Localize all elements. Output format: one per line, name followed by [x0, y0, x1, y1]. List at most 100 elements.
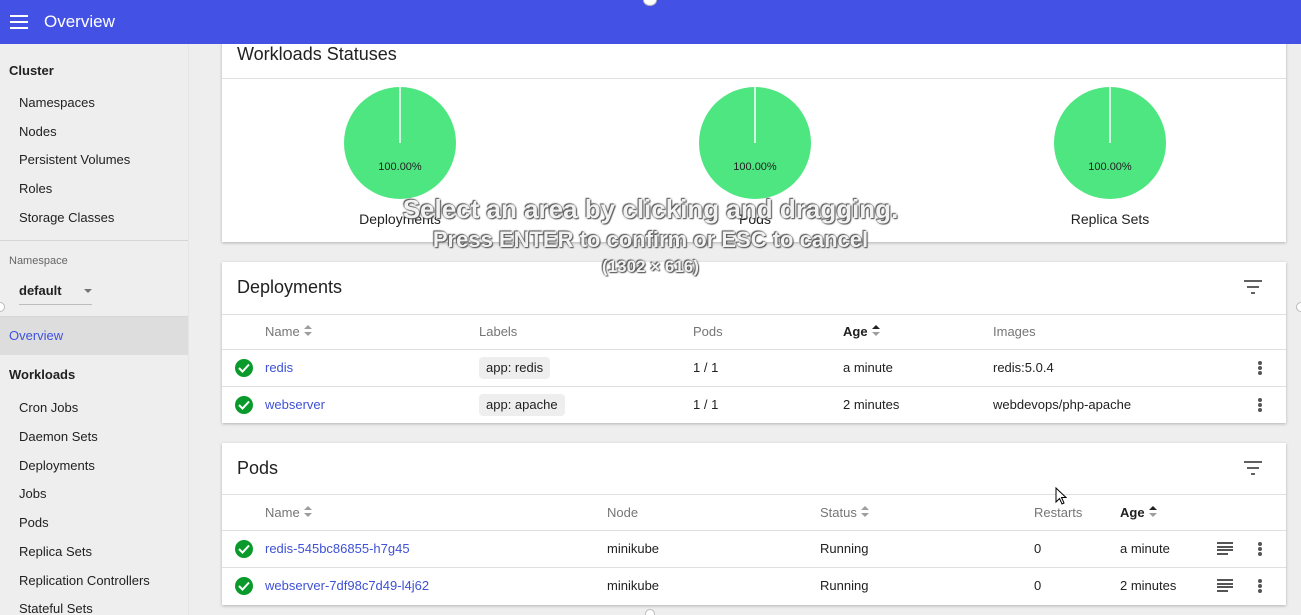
card-divider [222, 78, 1286, 79]
image-value: redis:5.0.4 [993, 360, 1054, 375]
column-header-label: Node [607, 504, 639, 520]
pods-card: Pods Name Node Status Restarts Age redis… [222, 443, 1286, 605]
sidebar-item-label: Overview [9, 328, 64, 343]
sidebar-item-roles[interactable]: Roles [19, 180, 52, 198]
sidebar-item-pods[interactable]: Pods [19, 514, 49, 532]
namespace-label: Namespace [9, 255, 68, 267]
dropdown-arrow-icon [84, 289, 92, 293]
namespace-select[interactable]: default [19, 281, 92, 305]
column-header-label: Name [265, 323, 300, 339]
check-circle-icon [235, 359, 253, 377]
more-vert-icon[interactable] [1256, 360, 1264, 376]
node-value: minikube [607, 541, 660, 556]
node-value: minikube [607, 578, 660, 593]
mouse-cursor-icon [1055, 487, 1067, 505]
pod-name-link[interactable]: redis-545bc86855-h7g45 [265, 541, 410, 557]
sidebar-divider [0, 240, 188, 241]
column-header-label: Restarts [1034, 504, 1083, 520]
table-divider [222, 314, 1286, 315]
pie-chart-replica-sets[interactable]: 100.00% [1053, 86, 1167, 200]
logs-icon[interactable] [1217, 542, 1233, 555]
sidebar-header-workloads[interactable]: Workloads [0, 366, 75, 384]
restarts-value: 0 [1034, 541, 1042, 556]
age-value: a minute [843, 360, 893, 375]
sidebar-item-cron-jobs[interactable]: Cron Jobs [19, 399, 78, 417]
image-value: webdevops/php-apache [993, 397, 1132, 412]
pie-percent: 100.00% [1088, 161, 1132, 173]
column-header-label: Age [1120, 504, 1145, 520]
namespace-value: default [19, 283, 62, 298]
table-divider [222, 386, 1286, 387]
column-header-label: Images [993, 323, 1036, 339]
filter-icon[interactable] [1244, 461, 1262, 475]
sidebar-item-replication-controllers[interactable]: Replication Controllers [19, 572, 150, 590]
sidebar-item-namespaces[interactable]: Namespaces [19, 94, 95, 112]
card-title: Workloads Statuses [237, 44, 397, 64]
selection-handle-bottom[interactable] [645, 609, 655, 615]
column-header-label: Labels [479, 323, 518, 339]
status-value: Running [820, 541, 869, 556]
sidebar-item-overview[interactable]: Overview [0, 317, 188, 355]
sidebar-item-nodes[interactable]: Nodes [19, 123, 57, 141]
sidebar-item-stateful-sets[interactable]: Stateful Sets [19, 600, 93, 615]
sidebar-item-persistent-volumes[interactable]: Persistent Volumes [19, 151, 130, 169]
column-header-name[interactable]: Name [265, 504, 312, 520]
page-title: Overview [44, 12, 115, 31]
menu-icon[interactable] [1, 0, 37, 44]
column-header-restarts: Restarts [1034, 504, 1082, 520]
column-header-labels: Labels [479, 323, 517, 339]
check-circle-icon [235, 577, 253, 595]
table-divider [222, 494, 1286, 495]
sidebar-item-deployments[interactable]: Deployments [19, 457, 95, 475]
column-header-status[interactable]: Status [820, 504, 869, 520]
sort-icon [1148, 506, 1157, 518]
deployment-name-link[interactable]: webserver [265, 397, 325, 413]
age-value: 2 minutes [1120, 578, 1177, 593]
sidebar-item-daemon-sets[interactable]: Daemon Sets [19, 428, 98, 446]
column-header-node: Node [607, 504, 638, 520]
filter-icon[interactable] [1244, 280, 1262, 294]
pods-count: 1 / 1 [693, 397, 719, 412]
label-chip: app: redis [479, 357, 551, 379]
sort-icon [303, 506, 312, 518]
more-vert-icon[interactable] [1256, 397, 1264, 413]
restarts-value: 0 [1034, 578, 1042, 593]
logs-icon[interactable] [1217, 579, 1233, 592]
check-circle-icon [235, 396, 253, 414]
more-vert-icon[interactable] [1256, 578, 1264, 594]
main-content[interactable]: Workloads Statuses 100.00% Deployments 1… [189, 44, 1301, 615]
top-app-bar: Overview [0, 0, 1301, 44]
table-divider [222, 530, 1286, 531]
pie-label-replica-sets: Replica Sets [1070, 211, 1150, 227]
sort-icon [860, 506, 869, 518]
column-header-pods: Pods [693, 323, 723, 339]
column-header-age[interactable]: Age [1120, 504, 1157, 520]
column-header-age[interactable]: Age [843, 323, 880, 339]
pie-label-pods: Pods [739, 211, 771, 227]
column-header-label: Pods [693, 323, 723, 339]
deployments-card: Deployments Name Labels Pods Age Images … [222, 262, 1286, 423]
age-value: a minute [1120, 541, 1170, 556]
status-value: Running [820, 578, 869, 593]
pie-percent: 100.00% [378, 161, 422, 173]
pie-label-deployments: Deployments [359, 211, 441, 227]
column-header-label: Name [265, 504, 300, 520]
deployment-name-link[interactable]: redis [265, 360, 293, 376]
selection-handle-right[interactable] [1296, 302, 1301, 312]
label-chip: app: apache [479, 394, 565, 416]
sidebar: Cluster Namespaces Nodes Persistent Volu… [0, 44, 189, 615]
table-divider [222, 567, 1286, 568]
sidebar-item-replica-sets[interactable]: Replica Sets [19, 543, 92, 561]
sort-icon [303, 325, 312, 337]
workloads-statuses-card: Workloads Statuses 100.00% Deployments 1… [222, 44, 1286, 242]
more-vert-icon[interactable] [1256, 541, 1264, 557]
sidebar-item-storage-classes[interactable]: Storage Classes [19, 209, 114, 227]
table-divider [222, 349, 1286, 350]
sidebar-header-cluster[interactable]: Cluster [0, 62, 54, 80]
pie-chart-pods[interactable]: 100.00% [698, 86, 812, 200]
pie-chart-deployments[interactable]: 100.00% [343, 86, 457, 200]
pod-name-link[interactable]: webserver-7df98c7d49-l4j62 [265, 578, 429, 594]
pie-percent: 100.00% [733, 161, 777, 173]
column-header-name[interactable]: Name [265, 323, 312, 339]
sidebar-item-jobs[interactable]: Jobs [19, 485, 46, 503]
